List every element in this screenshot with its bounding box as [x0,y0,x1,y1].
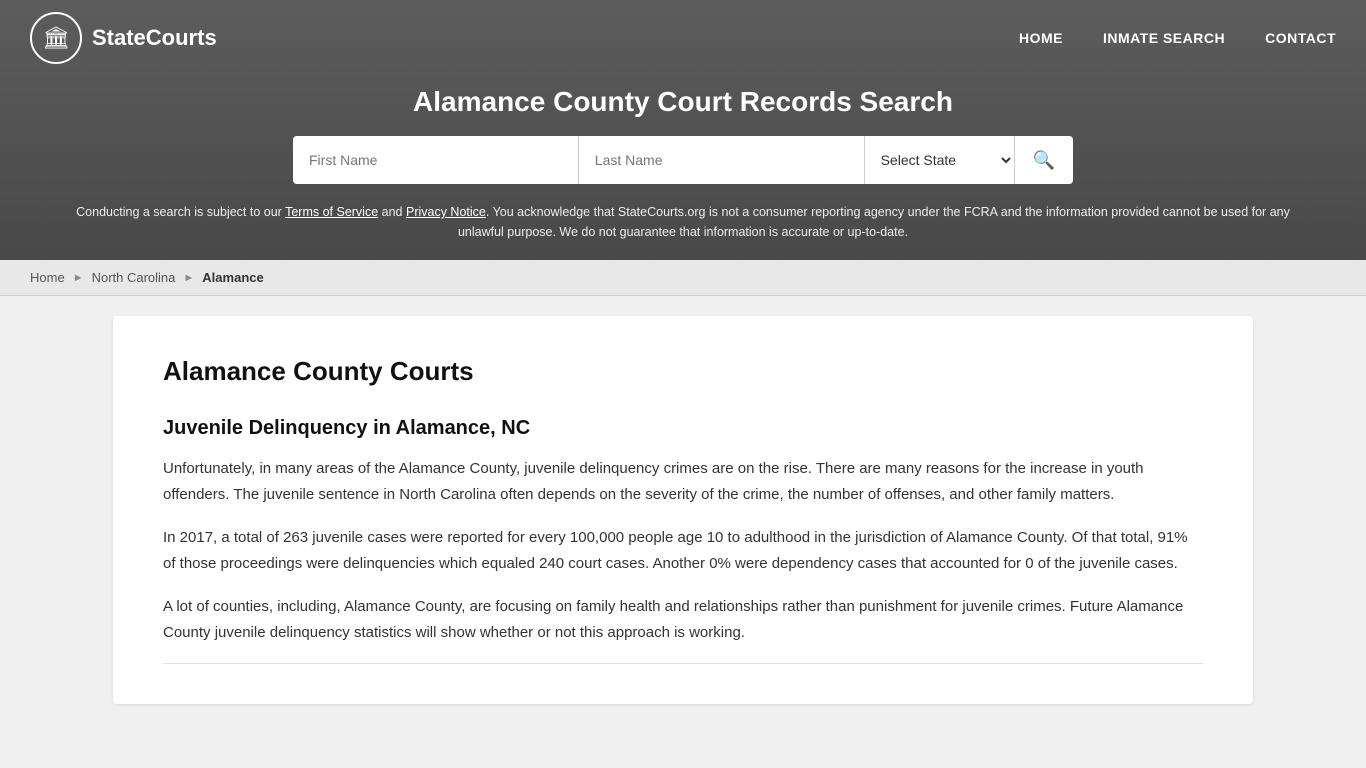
breadcrumb-state[interactable]: North Carolina [92,270,176,285]
page-title: Alamance County Court Records Search [20,86,1346,118]
search-icon: 🔍 [1033,150,1055,171]
section-title-0: Juvenile Delinquency in Alamance, NC [163,417,1203,440]
site-logo[interactable]: 🏛 StateCourts [30,12,217,64]
navbar: 🏛 StateCourts HOME INMATE SEARCH CONTACT [0,0,1366,76]
disclaimer-text: Conducting a search is subject to our Te… [0,202,1366,260]
nav-contact[interactable]: CONTACT [1265,30,1336,46]
content-card: Alamance County Courts Juvenile Delinque… [113,316,1253,704]
logo-icon: 🏛 [30,12,82,64]
nav-home[interactable]: HOME [1019,30,1063,46]
nav-links: HOME INMATE SEARCH CONTACT [1019,30,1336,46]
search-bar-container: Select StateAlabamaAlaskaArizonaArkansas… [0,136,1366,202]
breadcrumb-home[interactable]: Home [30,270,65,285]
section-para-0-1: In 2017, a total of 263 juvenile cases w… [163,525,1203,576]
breadcrumb-sep-1: ► [73,272,84,284]
breadcrumb: Home ► North Carolina ► Alamance [0,260,1366,296]
search-bar: Select StateAlabamaAlaskaArizonaArkansas… [293,136,1073,184]
section-para-0-2: A lot of counties, including, Alamance C… [163,594,1203,645]
last-name-input[interactable] [579,136,865,184]
main-content: Alamance County Courts Juvenile Delinque… [93,296,1273,724]
page-title-area: Alamance County Court Records Search [0,76,1366,136]
privacy-link[interactable]: Privacy Notice [406,205,486,219]
content-section-0: Juvenile Delinquency in Alamance, NC Unf… [163,417,1203,645]
state-select[interactable]: Select StateAlabamaAlaskaArizonaArkansas… [865,136,1015,184]
content-divider [163,663,1203,664]
site-header: 🏛 StateCourts HOME INMATE SEARCH CONTACT… [0,0,1366,260]
first-name-input[interactable] [293,136,579,184]
site-name: StateCourts [92,25,217,51]
content-main-title: Alamance County Courts [163,356,1203,387]
nav-inmate-search[interactable]: INMATE SEARCH [1103,30,1225,46]
breadcrumb-county: Alamance [202,270,263,285]
terms-link[interactable]: Terms of Service [285,205,378,219]
search-button[interactable]: 🔍 [1015,136,1073,184]
section-para-0-0: Unfortunately, in many areas of the Alam… [163,456,1203,507]
breadcrumb-sep-2: ► [183,272,194,284]
